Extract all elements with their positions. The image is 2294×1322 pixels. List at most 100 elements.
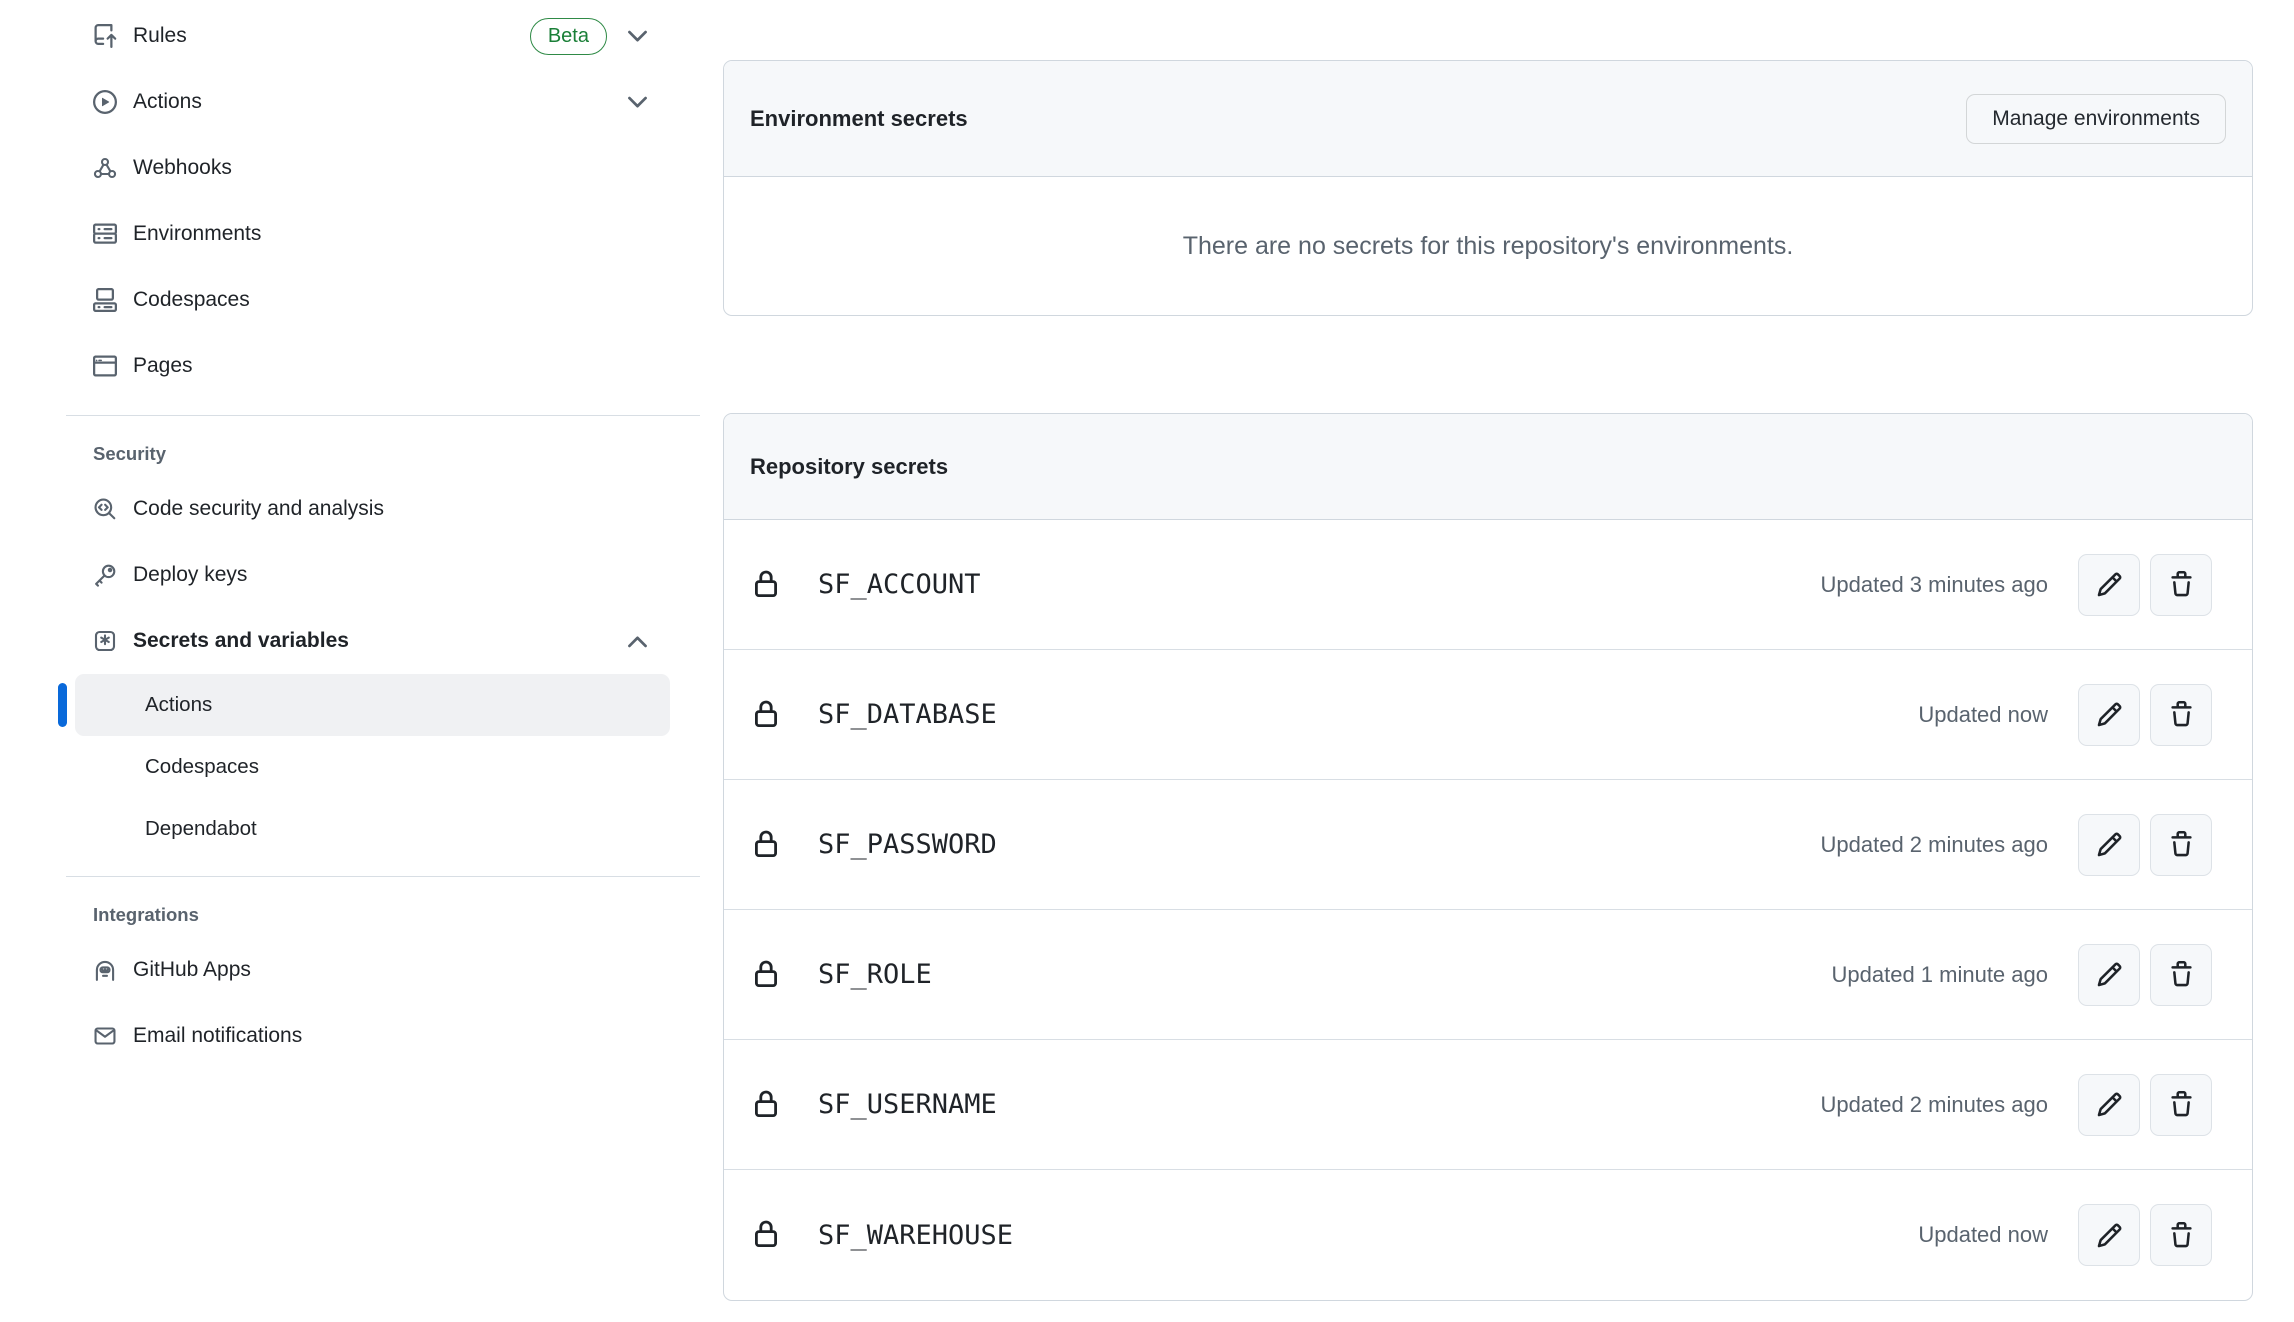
secret-row: SF_DATABASE Updated now	[724, 650, 2252, 780]
sidebar-subitem-actions[interactable]: Actions	[75, 674, 670, 736]
lock-icon	[750, 1088, 782, 1122]
pencil-icon	[2096, 1222, 2123, 1249]
chevron-up-icon	[627, 635, 648, 648]
secret-row: SF_WAREHOUSE Updated now	[724, 1170, 2252, 1300]
settings-sidebar: Rules Beta Actions Webhooks Environments…	[60, 3, 705, 1069]
secret-name: SF_PASSWORD	[818, 829, 997, 860]
delete-secret-button[interactable]	[2150, 814, 2212, 876]
secrets-asterisk-icon	[93, 629, 117, 653]
panel-title: Repository secrets	[750, 454, 948, 480]
secret-row: SF_ROLE Updated 1 minute ago	[724, 910, 2252, 1040]
trash-icon	[2168, 1222, 2195, 1249]
secret-updated: Updated 2 minutes ago	[1821, 832, 2049, 858]
environment-secrets-panel: Environment secrets Manage environments …	[723, 60, 2253, 316]
chevron-down-icon	[627, 96, 648, 109]
trash-icon	[2168, 571, 2195, 598]
sidebar-item-environments[interactable]: Environments	[60, 201, 705, 267]
edit-secret-button[interactable]	[2078, 814, 2140, 876]
secret-name: SF_WAREHOUSE	[818, 1220, 1013, 1251]
sidebar-subitem-codespaces[interactable]: Codespaces	[75, 736, 670, 798]
environment-secrets-empty-state: There are no secrets for this repository…	[724, 177, 2252, 315]
trash-icon	[2168, 831, 2195, 858]
lock-icon	[750, 698, 782, 732]
secret-name: SF_USERNAME	[818, 1089, 997, 1120]
sidebar-item-webhooks[interactable]: Webhooks	[60, 135, 705, 201]
sidebar-item-label: Webhooks	[133, 156, 232, 180]
play-circle-icon	[93, 90, 117, 114]
sidebar-item-deploy-keys[interactable]: Deploy keys	[60, 542, 705, 608]
webhook-icon	[93, 156, 117, 180]
sidebar-item-label: GitHub Apps	[133, 958, 251, 982]
pencil-icon	[2096, 701, 2123, 728]
edit-secret-button[interactable]	[2078, 944, 2140, 1006]
trash-icon	[2168, 701, 2195, 728]
pencil-icon	[2096, 1091, 2123, 1118]
sidebar-item-secrets-and-variables[interactable]: Secrets and variables	[60, 608, 705, 674]
lock-icon	[750, 958, 782, 992]
edit-secret-button[interactable]	[2078, 1074, 2140, 1136]
secret-name: SF_ROLE	[818, 959, 932, 990]
github-apps-icon	[93, 958, 117, 982]
secret-updated: Updated 3 minutes ago	[1821, 572, 2049, 598]
repo-settings-page: Rules Beta Actions Webhooks Environments…	[0, 0, 2294, 1322]
sidebar-section-security-title: Security	[60, 432, 705, 476]
sidebar-subitem-label: Dependabot	[145, 817, 257, 841]
repository-secrets-panel: Repository secrets SF_ACCOUNT Updated 3 …	[723, 413, 2253, 1301]
delete-secret-button[interactable]	[2150, 1074, 2212, 1136]
environment-secrets-header: Environment secrets Manage environments	[724, 61, 2252, 177]
secret-updated: Updated now	[1918, 702, 2048, 728]
secret-updated: Updated now	[1918, 1222, 2048, 1248]
sidebar-item-label: Email notifications	[133, 1024, 302, 1048]
sidebar-item-label: Pages	[133, 354, 193, 378]
sidebar-item-label: Code security and analysis	[133, 497, 384, 521]
secret-name: SF_ACCOUNT	[818, 569, 981, 600]
delete-secret-button[interactable]	[2150, 944, 2212, 1006]
delete-secret-button[interactable]	[2150, 684, 2212, 746]
sidebar-item-label: Rules	[133, 24, 187, 48]
sidebar-item-actions[interactable]: Actions	[60, 69, 705, 135]
rules-icon	[93, 24, 117, 48]
delete-secret-button[interactable]	[2150, 554, 2212, 616]
sidebar-section-integrations-title: Integrations	[60, 893, 705, 937]
lock-icon	[750, 1218, 782, 1252]
codescan-icon	[93, 497, 117, 521]
chevron-down-icon	[627, 30, 648, 43]
sidebar-subitem-dependabot[interactable]: Dependabot	[75, 798, 670, 860]
sidebar-subitem-label: Actions	[145, 693, 212, 717]
sidebar-item-label: Environments	[133, 222, 261, 246]
sidebar-item-email-notifications[interactable]: Email notifications	[60, 1003, 705, 1069]
sidebar-item-label: Deploy keys	[133, 563, 247, 587]
codespaces-icon	[93, 288, 117, 312]
sidebar-subitem-label: Codespaces	[145, 755, 259, 779]
edit-secret-button[interactable]	[2078, 1204, 2140, 1266]
empty-state-message: There are no secrets for this repository…	[1183, 232, 1794, 261]
delete-secret-button[interactable]	[2150, 1204, 2212, 1266]
edit-secret-button[interactable]	[2078, 684, 2140, 746]
sidebar-item-github-apps[interactable]: GitHub Apps	[60, 937, 705, 1003]
sidebar-item-codespaces[interactable]: Codespaces	[60, 267, 705, 333]
trash-icon	[2168, 961, 2195, 988]
sidebar-item-code-security[interactable]: Code security and analysis	[60, 476, 705, 542]
pencil-icon	[2096, 961, 2123, 988]
lock-icon	[750, 568, 782, 602]
pencil-icon	[2096, 571, 2123, 598]
mail-icon	[93, 1024, 117, 1048]
secret-row: SF_USERNAME Updated 2 minutes ago	[724, 1040, 2252, 1170]
sidebar-item-rules[interactable]: Rules Beta	[60, 3, 705, 69]
sidebar-item-label: Actions	[133, 90, 202, 114]
panel-title: Environment secrets	[750, 106, 968, 132]
sidebar-item-pages[interactable]: Pages	[60, 333, 705, 399]
repository-secrets-header: Repository secrets	[724, 414, 2252, 520]
edit-secret-button[interactable]	[2078, 554, 2140, 616]
secret-row: SF_PASSWORD Updated 2 minutes ago	[724, 780, 2252, 910]
sidebar-divider	[66, 415, 700, 416]
server-icon	[93, 222, 117, 246]
sidebar-divider	[66, 876, 700, 877]
browser-icon	[93, 354, 117, 378]
manage-environments-button[interactable]: Manage environments	[1966, 94, 2226, 144]
secret-row: SF_ACCOUNT Updated 3 minutes ago	[724, 520, 2252, 650]
sidebar-item-label: Secrets and variables	[133, 629, 349, 653]
secret-name: SF_DATABASE	[818, 699, 997, 730]
secret-updated: Updated 2 minutes ago	[1821, 1092, 2049, 1118]
sidebar-item-label: Codespaces	[133, 288, 250, 312]
